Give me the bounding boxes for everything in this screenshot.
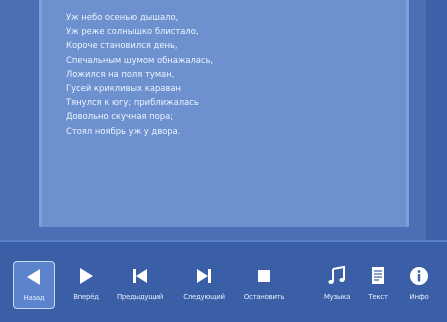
- poem-line: Ложился на поля туман,: [66, 68, 175, 79]
- forward-button[interactable]: Вперёд: [65, 261, 107, 309]
- arrow-right-icon: [80, 268, 93, 284]
- poem-line: Спечальным шумом обнажалась,: [66, 54, 214, 65]
- back-button[interactable]: Назад: [13, 261, 55, 309]
- music-button[interactable]: Музыка: [316, 261, 358, 309]
- document-icon: [372, 267, 384, 284]
- info-button-label: Инфо: [409, 293, 429, 301]
- next-button-label: Следующий: [183, 293, 225, 301]
- text-button-label: Текст: [368, 293, 388, 301]
- poem-line: Гусей крикливых караван: [66, 83, 181, 94]
- info-button[interactable]: Инфо: [398, 261, 440, 309]
- poem-line: Уж небо осенью дышало,: [66, 12, 179, 22]
- bottom-toolbar: Назад Вперёд Предыдущий Следующий Остано…: [0, 240, 447, 322]
- stop-icon: [258, 270, 270, 282]
- music-note-icon: [328, 265, 345, 284]
- next-button[interactable]: Следующий: [183, 261, 225, 309]
- stop-button-label: Остановить: [243, 293, 285, 301]
- skip-next-icon: [197, 269, 211, 283]
- previous-button[interactable]: Предыдущий: [116, 261, 164, 309]
- text-button[interactable]: Текст: [357, 261, 399, 309]
- back-button-label: Назад: [23, 294, 45, 302]
- previous-button-label: Предыдущий: [116, 293, 164, 301]
- stop-button[interactable]: Остановить: [243, 261, 285, 309]
- poem-line: Стоял ноябрь уж у двора.: [66, 125, 181, 136]
- poem-line: Довольно скучная пора;: [66, 111, 174, 122]
- poem-line: Тянулся к югу; приближалась: [66, 97, 199, 108]
- poem-text: Уж небо осенью дышало, Уж реже солнышко …: [66, 10, 396, 138]
- forward-button-label: Вперёд: [73, 293, 99, 301]
- music-button-label: Музыка: [323, 293, 351, 301]
- poem-line: Уж реже солнышко блистало,: [66, 26, 199, 37]
- poem-line: Короче становился день,: [66, 40, 178, 51]
- right-margin: [426, 0, 447, 240]
- info-icon: [410, 267, 428, 285]
- skip-previous-icon: [133, 269, 147, 283]
- arrow-left-icon: [27, 269, 40, 285]
